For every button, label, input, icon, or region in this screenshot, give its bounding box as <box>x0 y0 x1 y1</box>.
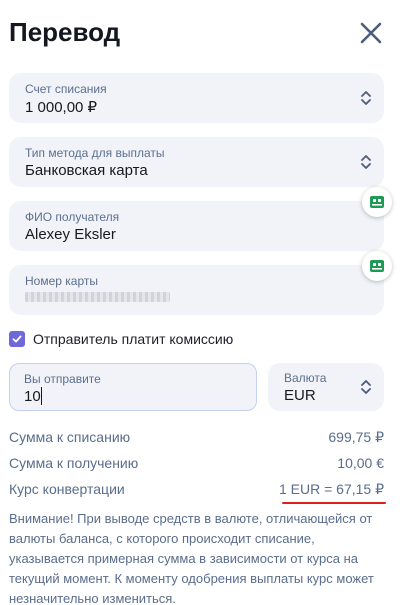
chevron-up-down-icon <box>361 380 371 394</box>
commission-label: Отправитель платит комиссию <box>33 331 234 347</box>
send-amount-input[interactable]: Вы отправите 10 <box>9 363 257 411</box>
recipient-name-value: Alexey Eksler <box>25 226 116 243</box>
recipient-name-field[interactable]: ФИО получателя Alexey Eksler <box>9 201 384 251</box>
currency-select[interactable]: Валюта EUR <box>268 363 384 411</box>
summary-receive-row: Сумма к получению 10,00 € <box>9 455 384 473</box>
debit-account-label: Счет списания <box>25 82 107 96</box>
page-title: Перевод <box>9 17 121 47</box>
card-number-field[interactable]: Номер карты <box>9 265 384 315</box>
payout-method-select[interactable]: Тип метода для выплаты Банковская карта <box>9 137 384 187</box>
debit-account-value: 1 000,00 ₽ <box>25 99 98 116</box>
card-scan-icon <box>370 196 384 208</box>
summary-rate-label: Курс конвертации <box>9 481 125 497</box>
close-icon[interactable] <box>358 20 384 46</box>
rate-highlight-underline <box>282 502 386 504</box>
commission-checkbox[interactable] <box>9 331 25 347</box>
commission-option[interactable]: Отправитель платит комиссию <box>9 330 233 348</box>
summary-debit-value: 699,75 ₽ <box>328 429 384 445</box>
check-icon <box>12 335 22 343</box>
text-caret <box>41 387 42 405</box>
debit-account-select[interactable]: Счет списания 1 000,00 ₽ <box>9 73 384 123</box>
summary-receive-value: 10,00 € <box>337 455 384 471</box>
chevron-up-down-icon <box>361 155 371 169</box>
summary-receive-label: Сумма к получению <box>9 455 139 471</box>
send-amount-label: Вы отправите <box>24 372 101 386</box>
chevron-up-down-icon <box>361 91 371 105</box>
card-number-label: Номер карты <box>25 274 98 288</box>
currency-value: EUR <box>284 387 316 404</box>
card-scan-icon <box>370 260 384 272</box>
card-scan-button[interactable] <box>362 187 392 217</box>
currency-label: Валюта <box>284 371 327 385</box>
currency-warning-text: Внимание! При выводе средств в валюте, о… <box>9 511 374 605</box>
payout-method-value: Банковская карта <box>25 162 148 179</box>
recipient-name-label: ФИО получателя <box>25 210 120 224</box>
summary-debit-row: Сумма к списанию 699,75 ₽ <box>9 429 384 447</box>
summary-rate-value: 1 EUR = 67,15 ₽ <box>278 481 384 497</box>
summary-debit-label: Сумма к списанию <box>9 429 131 445</box>
summary-rate-row: Курс конвертации 1 EUR = 67,15 ₽ <box>9 481 384 499</box>
payout-method-label: Тип метода для выплаты <box>25 146 165 160</box>
masked-card-number <box>25 292 170 302</box>
card-scan-button[interactable] <box>362 251 392 281</box>
send-amount-value: 10 <box>24 388 41 405</box>
